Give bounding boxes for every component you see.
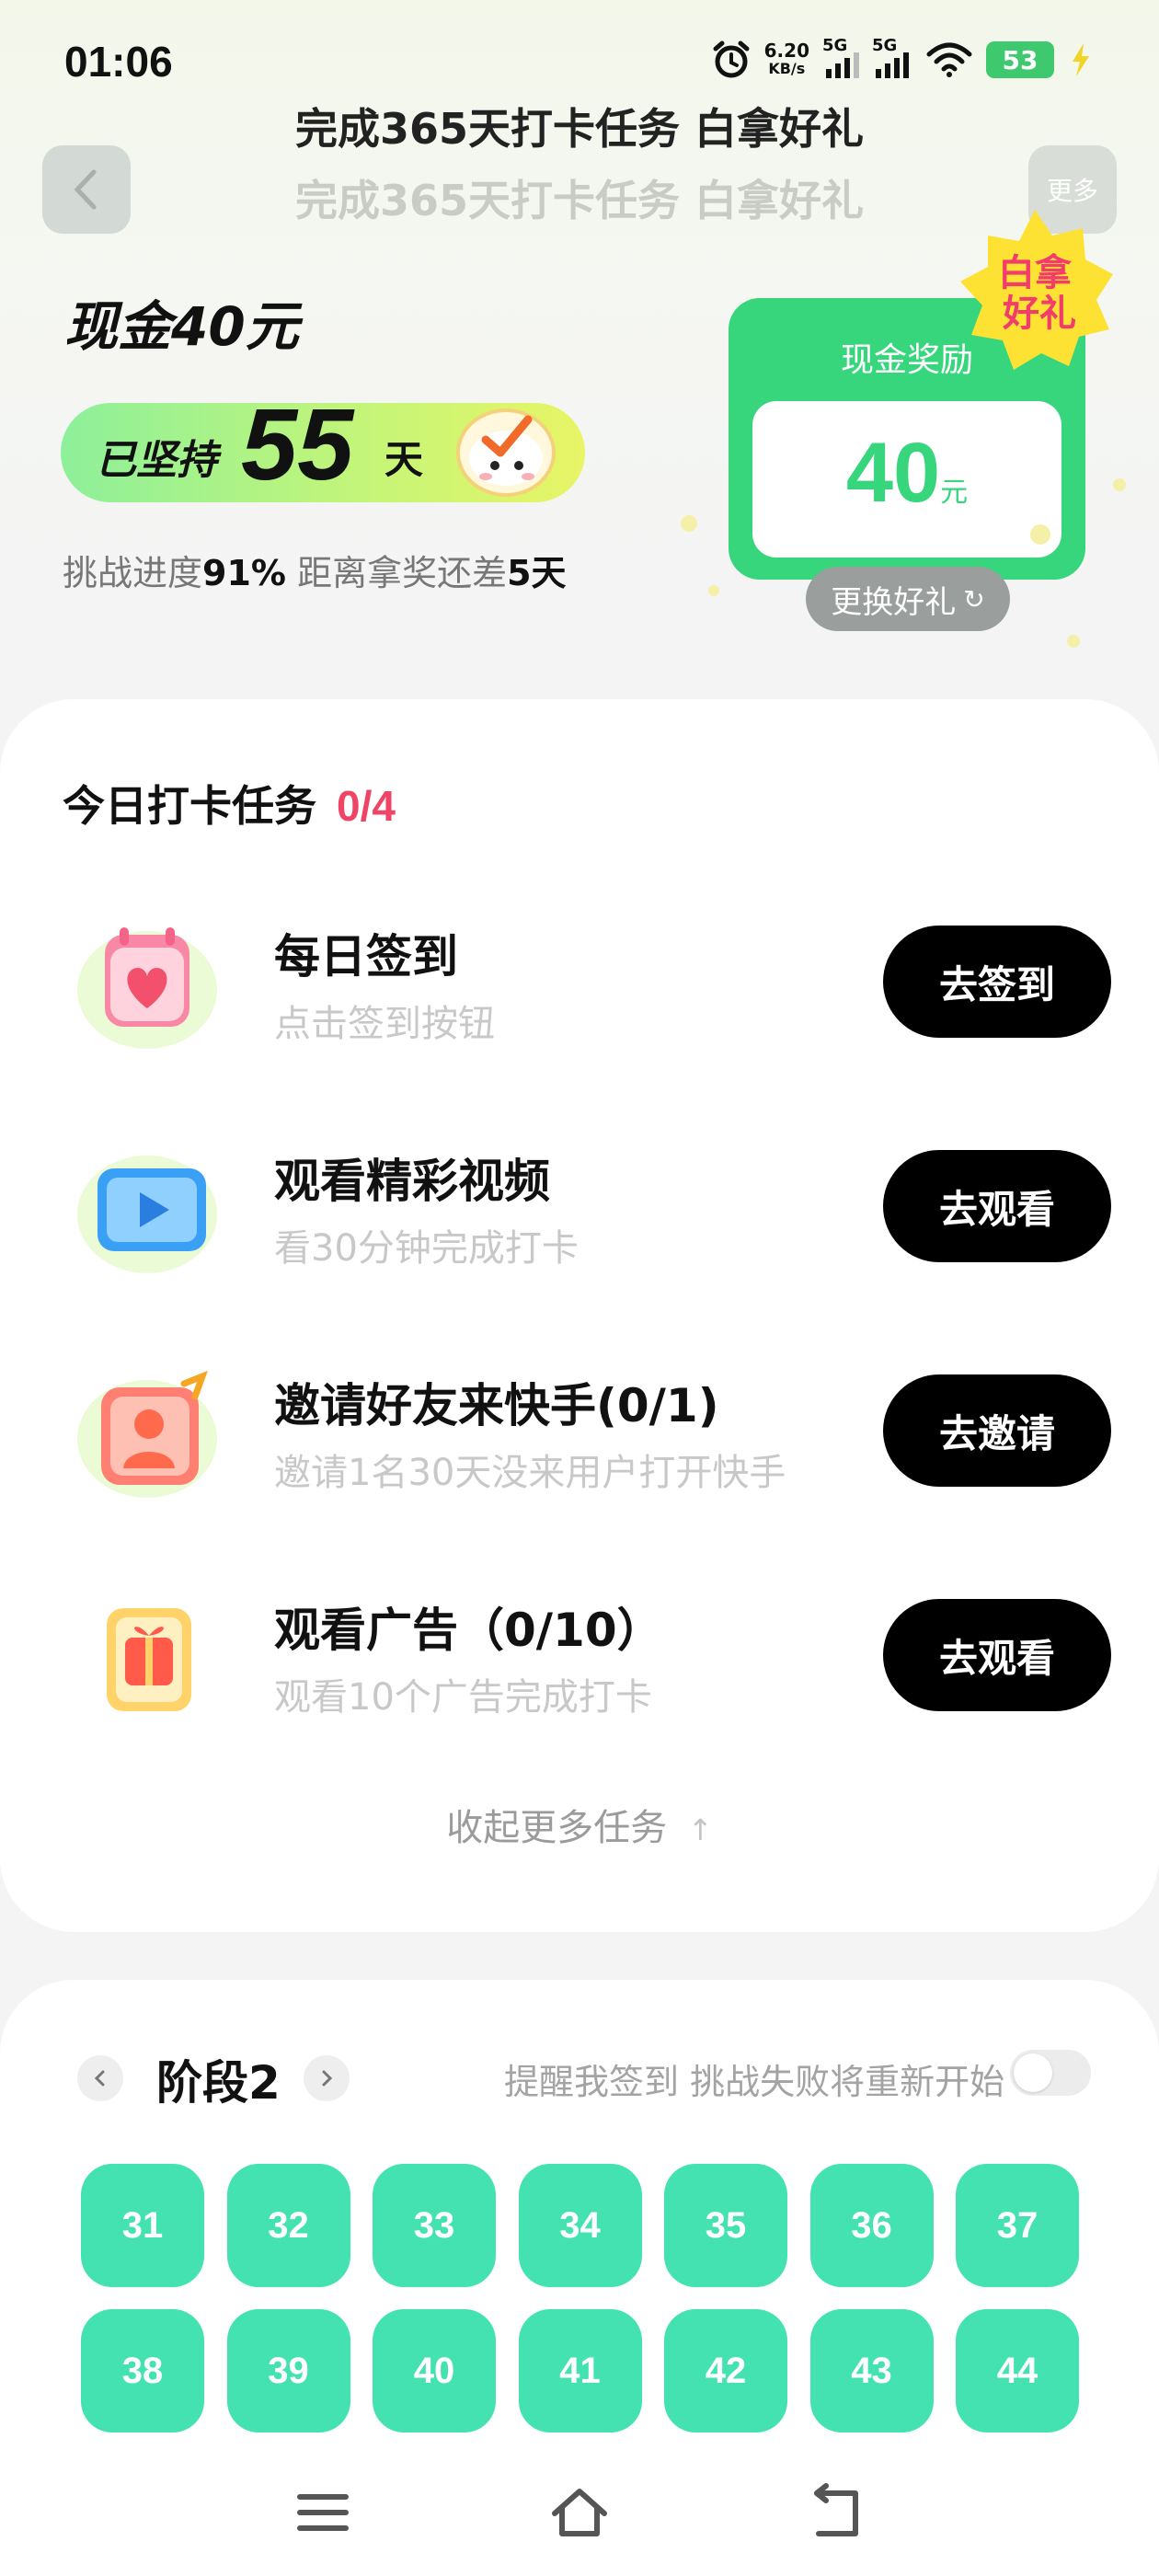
sign-in-button[interactable]: 去签到 [883,926,1111,1038]
toggle-knob [1014,2053,1052,2092]
day-tile[interactable]: 39 [226,2309,350,2432]
gift-box-icon [107,1608,191,1711]
arrow-up-icon: ↑ [687,1812,713,1847]
task-row: 每日签到 点击签到按钮 去签到 [0,889,1159,1073]
progress-mid: 距离拿奖还差 [285,553,508,593]
chevron-right-icon [322,2070,333,2087]
task-desc: 点击签到按钮 [274,1003,495,1045]
signal-2-icon: 5G [872,36,912,78]
page-title: 完成365天打卡任务 白拿好礼 [294,104,865,154]
collapse-tasks-button[interactable]: 收起更多任务 ↑ [0,1798,1159,1851]
remind-text: 提醒我签到 挑战失败将重新开始 [504,2062,1005,2102]
task-row: 邀请好友来快手(0/1) 邀请1名30天没来用户打开快手 去邀请 [0,1338,1159,1522]
system-nav-bar [0,2447,1159,2576]
day-tile[interactable]: 42 [664,2309,787,2432]
mascot-icon [456,408,556,497]
progress-prefix: 挑战进度 [63,553,203,593]
day-tile[interactable]: 33 [373,2164,496,2287]
day-tile[interactable]: 36 [809,2164,934,2287]
day-tile[interactable]: 38 [81,2309,204,2432]
battery-icon: 53 [986,41,1054,78]
task-row: 观看精彩视频 看30分钟完成打卡 去观看 [0,1113,1159,1297]
day-tile[interactable]: 41 [518,2309,642,2432]
refresh-icon: ↻ [963,583,985,615]
menu-icon[interactable] [291,2480,355,2545]
watch-ad-button[interactable]: 去观看 [883,1599,1111,1711]
net-speed-unit: KB/s [768,60,806,77]
sparkle-decoration [1067,635,1080,648]
sparkle-decoration [1113,478,1126,491]
signal-1-icon: 5G [822,36,859,78]
stage-label: 阶段2 [156,2056,281,2110]
reward-amount: 40元 [752,425,1061,522]
chevron-left-icon [74,169,97,210]
sim1-label: 5G [822,36,848,55]
persist-prefix: 已坚持 [96,437,217,484]
badge-line2: 好礼 [1002,293,1076,335]
reward-amount-value: 40 [845,426,941,520]
watch-video-button[interactable]: 去观看 [883,1150,1111,1262]
task-name: 观看广告（0/10） [274,1604,663,1657]
charging-icon [1073,43,1089,76]
day-tile[interactable]: 37 [956,2164,1079,2287]
remind-toggle[interactable] [1010,2050,1091,2096]
persist-suffix: 天 [384,437,424,482]
change-gift-button[interactable]: 更换好礼 ↻ [806,567,1010,631]
task-desc: 观看10个广告完成打卡 [274,1676,652,1719]
status-icons: 6.20 KB/s 5G 5G 53 [711,36,1095,83]
status-time: 01:06 [64,38,173,86]
net-speed: 6.20 KB/s [764,41,809,78]
home-icon[interactable] [547,2480,612,2545]
task-name: 每日签到 [274,930,458,983]
task-name: 观看精彩视频 [274,1155,550,1208]
reward-amount-box: 40元 [752,401,1061,558]
task-heading-label: 今日打卡任务 [63,781,316,831]
task-desc: 看30分钟完成打卡 [274,1227,579,1270]
invite-user-icon [77,1370,217,1498]
sparkle-decoration [1030,524,1050,545]
progress-text: 挑战进度91% 距离拿奖还差5天 [63,545,567,595]
back-button[interactable] [42,145,131,234]
progress-remaining: 5天 [507,553,567,593]
alarm-icon [713,40,750,78]
task-row: 观看广告（0/10） 观看10个广告完成打卡 去观看 [0,1562,1159,1746]
task-count: 0/4 [337,782,396,830]
stage-prev-button[interactable] [77,2055,123,2101]
task-name: 邀请好友来快手(0/1) [274,1379,719,1432]
progress-percent: 91% [202,553,286,593]
back-nav-icon[interactable] [806,2480,870,2545]
chevron-left-icon [94,2070,105,2087]
task-desc: 邀请1名30天没来用户打开快手 [274,1452,786,1494]
day-grid: 31 32 33 34 35 36 37 38 39 40 41 42 43 4… [81,2164,1093,2432]
sim2-label: 5G [872,36,898,55]
net-speed-value: 6.20 [763,40,809,62]
stage-next-button[interactable] [304,2055,350,2101]
wifi-icon [926,42,972,77]
day-tile[interactable]: 43 [809,2309,934,2432]
sparkle-decoration [708,585,719,596]
day-tile[interactable]: 40 [373,2309,496,2432]
video-play-icon [77,1156,217,1273]
day-tile[interactable]: 35 [664,2164,787,2287]
change-gift-label: 更换好礼 [831,583,957,621]
day-tile[interactable]: 32 [226,2164,350,2287]
day-tile[interactable]: 44 [956,2309,1079,2432]
badge-line1: 白拿 [998,252,1073,294]
task-heading: 今日打卡任务 0/4 [63,773,396,834]
collapse-label: 收起更多任务 [446,1807,668,1849]
battery-level: 53 [1002,44,1039,75]
calendar-heart-icon [77,927,217,1049]
persist-days: 55 [241,388,354,501]
free-gift-badge: 白拿 好礼 [960,210,1113,370]
day-tile[interactable]: 31 [81,2164,204,2287]
day-tile[interactable]: 34 [518,2164,642,2287]
sparkle-decoration [681,515,697,532]
cash-title: 现金40元 [64,295,299,358]
invite-button[interactable]: 去邀请 [883,1374,1111,1487]
task-card: 今日打卡任务 0/4 每日签到 点击签到按钮 去签到 观看精彩视频 看30分钟完成… [0,699,1159,1932]
reward-unit: 元 [940,477,969,508]
